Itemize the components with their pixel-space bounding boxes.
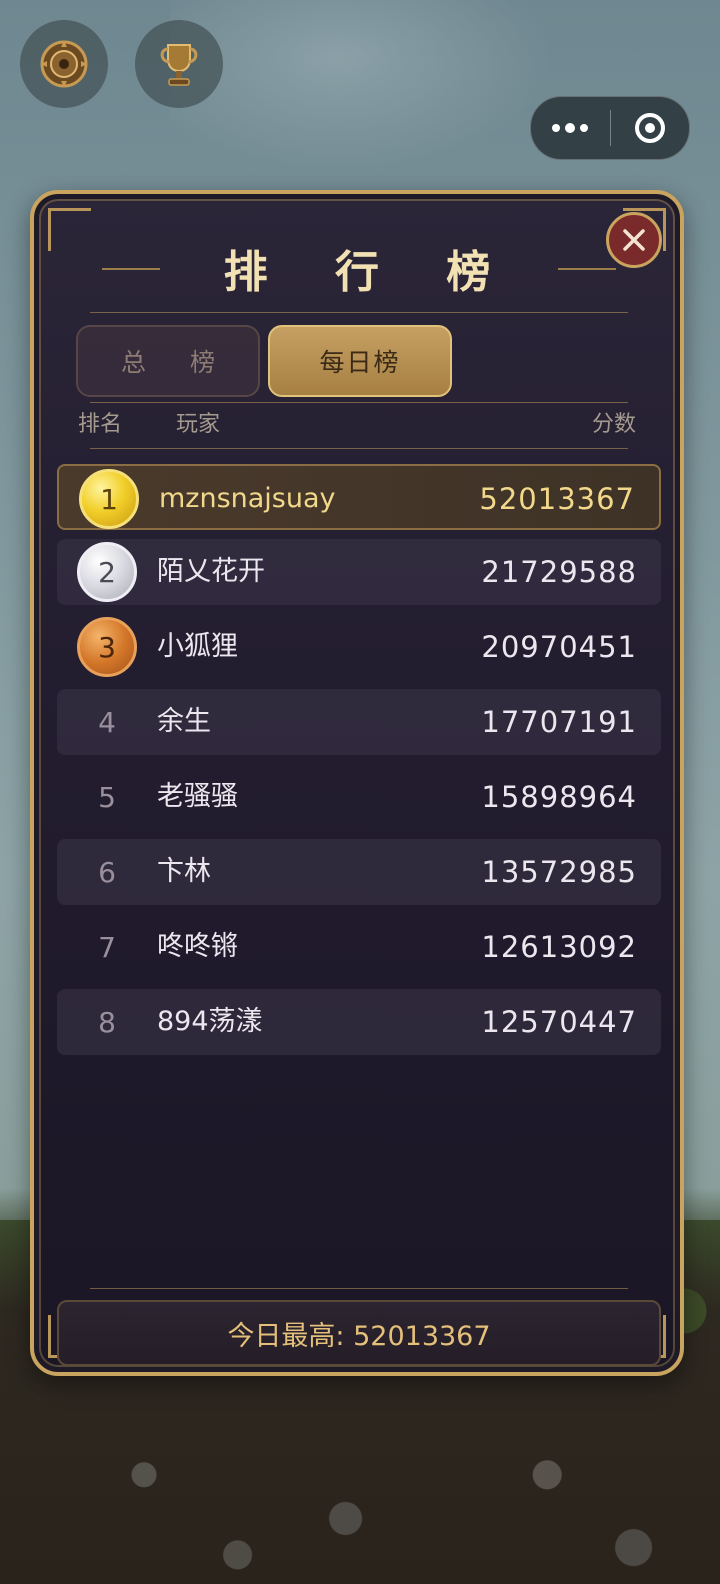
- table-row[interactable]: 3 小狐狸 20970451: [57, 614, 661, 680]
- rank-number: 4: [98, 705, 116, 739]
- emblem-button[interactable]: [20, 20, 108, 108]
- player-score: 17707191: [481, 705, 637, 739]
- header-bottom-divider: [90, 448, 628, 449]
- table-row[interactable]: 4 余生 17707191: [57, 689, 661, 755]
- column-score: 分数: [591, 412, 636, 437]
- tab-daily[interactable]: 每日榜: [268, 325, 452, 397]
- title-deco-right: [558, 268, 616, 270]
- player-score: 13572985: [481, 855, 637, 889]
- player-name: 余生: [157, 706, 211, 737]
- player-name: mznsnajsuay: [159, 483, 336, 514]
- target-icon: [634, 113, 665, 143]
- rank-number: 5: [98, 780, 116, 814]
- player-name: 卞林: [157, 856, 211, 887]
- leaderboard-panel: 排 行 榜 总 榜 每日榜 排名 玩家 分数 1 mznsnajsuay 520…: [30, 190, 684, 1376]
- player-score: 12613092: [481, 930, 637, 964]
- table-row[interactable]: 8 894荡漾 12570447: [57, 989, 661, 1055]
- emblem-icon: [40, 40, 88, 88]
- player-score: 52013367: [479, 482, 635, 516]
- table-row[interactable]: 6 卞林 13572985: [57, 839, 661, 905]
- player-score: 15898964: [481, 780, 637, 814]
- player-name: 小狐狸: [157, 631, 238, 662]
- table-row[interactable]: 2 陌乂花开 21729588: [57, 539, 661, 605]
- player-name: 陌乂花开: [157, 556, 265, 587]
- table-row[interactable]: 1 mznsnajsuay 52013367: [57, 464, 661, 530]
- more-dots-icon: [552, 122, 589, 133]
- player-name: 老骚骚: [157, 781, 238, 812]
- table-row[interactable]: 7 咚咚锵 12613092: [57, 914, 661, 980]
- close-button[interactable]: [606, 212, 662, 268]
- tab-total[interactable]: 总 榜: [76, 325, 260, 397]
- more-button[interactable]: [531, 97, 610, 159]
- player-name: 894荡漾: [157, 1006, 263, 1037]
- trophy-icon: [160, 44, 198, 86]
- rank-number: 8: [98, 1005, 116, 1039]
- player-score: 12570447: [481, 1005, 637, 1039]
- footer-divider: [90, 1288, 628, 1289]
- trophy-button[interactable]: [135, 20, 223, 108]
- table-row[interactable]: 5 老骚骚 15898964: [57, 764, 661, 830]
- rank-number: 6: [98, 855, 116, 889]
- mini-program-capsule: [530, 96, 690, 160]
- column-rank: 排名: [78, 412, 123, 437]
- gold-medal-icon: 1: [79, 469, 139, 529]
- silver-medal-icon: 2: [77, 542, 137, 602]
- column-player: 玩家: [176, 412, 221, 437]
- exit-button[interactable]: [611, 97, 690, 159]
- player-name: 咚咚锵: [157, 931, 238, 962]
- rank-number: 7: [98, 930, 116, 964]
- bronze-medal-icon: 3: [77, 617, 137, 677]
- daily-best-label: 今日最高: 52013367: [57, 1300, 661, 1366]
- column-header: 排名 玩家 分数: [78, 406, 636, 437]
- close-icon: [623, 229, 645, 251]
- title-divider: [90, 312, 628, 313]
- player-score: 21729588: [481, 555, 637, 589]
- header-top-divider: [90, 402, 628, 403]
- background-clouds: [170, 0, 590, 190]
- player-score: 20970451: [481, 630, 637, 664]
